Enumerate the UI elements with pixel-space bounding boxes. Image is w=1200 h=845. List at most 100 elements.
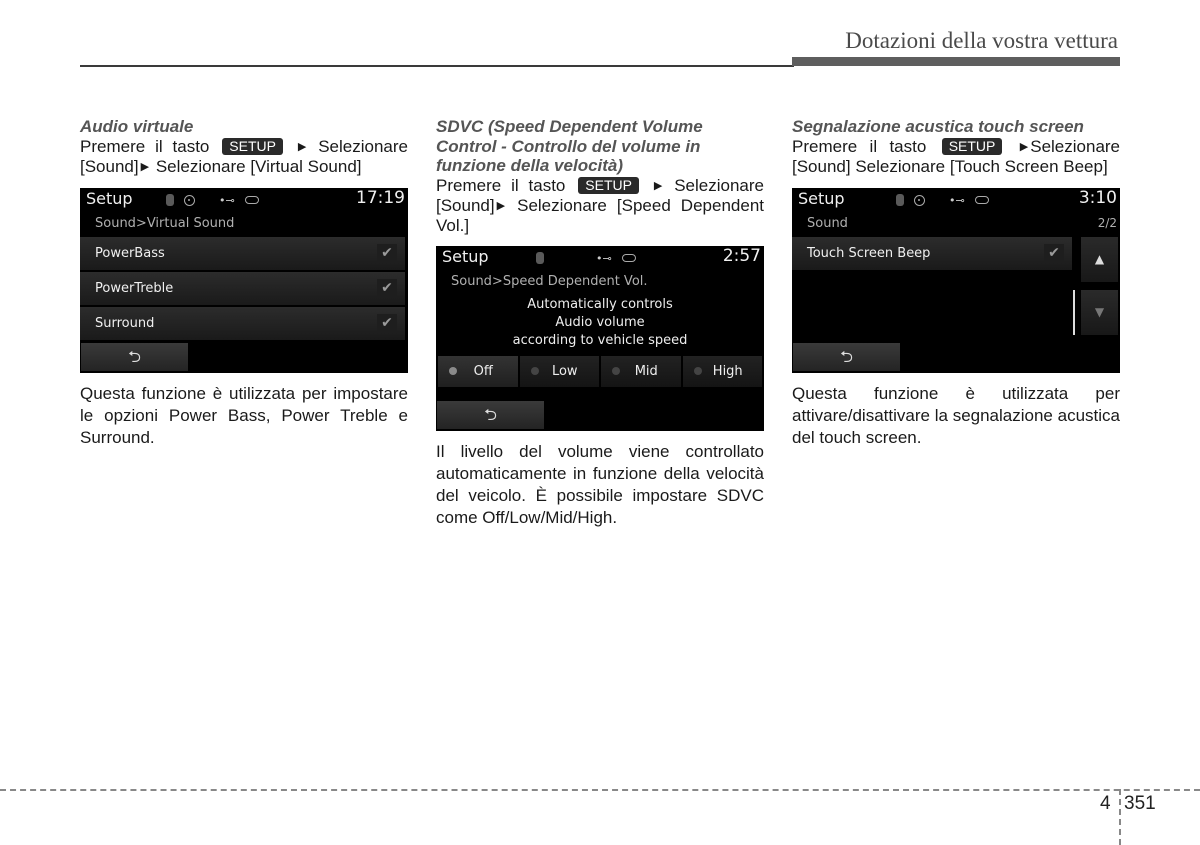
- back-arrow-icon: ⮌: [128, 346, 141, 366]
- scroll-up-button[interactable]: ▲: [1081, 236, 1118, 282]
- instruction-text: Selezionare [Touch Screen Beep]: [855, 156, 1108, 176]
- status-bar: Setup •⊸ 2:57: [436, 246, 764, 270]
- instruction-text: [Sound]: [792, 156, 851, 176]
- message-line: Audio volume: [555, 314, 645, 330]
- radio-indicator-icon: [612, 367, 620, 375]
- instruction-text: Premere il tasto: [80, 136, 210, 156]
- chapter-number: 4: [1100, 793, 1111, 814]
- disc-icon: [184, 194, 195, 206]
- setup-screen-virtual-sound: Setup •⊸ 17:19 Sound>Virtual Sound Power…: [80, 187, 408, 373]
- check-icon[interactable]: ✔: [377, 278, 397, 297]
- section-title: Segnalazione acustica touch screen: [792, 117, 1084, 136]
- section-title: SDVC (Speed Dependent Volume Control - C…: [436, 117, 703, 175]
- instruction-text: Selezionare [Virtual Sound]: [155, 156, 362, 176]
- option-label: Low: [551, 363, 578, 379]
- arrow-right-icon: ▶: [653, 179, 663, 192]
- option-mid[interactable]: Mid: [601, 355, 681, 387]
- instruction-text: [Sound]: [436, 195, 495, 215]
- instruction-text: Selezionare: [1030, 136, 1121, 156]
- list-item-surround[interactable]: Surround ✔: [80, 306, 405, 340]
- section-sdvc: SDVC (Speed Dependent Volume Control - C…: [436, 117, 764, 529]
- setup-key-label: SETUP: [578, 176, 639, 194]
- screen-breadcrumb: Sound 2/2: [792, 212, 1120, 235]
- check-icon[interactable]: ✔: [1044, 243, 1064, 262]
- radio-indicator-icon: [530, 367, 539, 375]
- page-header-title: Dotazioni della vostra vettura: [845, 28, 1118, 53]
- instruction-text: [Sound]: [80, 156, 139, 176]
- bluetooth-icon: [896, 194, 904, 206]
- option-off[interactable]: Off: [438, 355, 518, 387]
- status-icons: •⊸: [166, 194, 259, 207]
- section-touch-beep: Segnalazione acustica touch screen Preme…: [792, 117, 1120, 449]
- section-description: Questa funzione è utilizzata per imposta…: [80, 383, 408, 447]
- section-instruction: Premere il tasto SETUP ▶ Selezionare [So…: [80, 137, 408, 177]
- instruction-text: Selezionare: [674, 175, 764, 195]
- usb-icon: •⊸: [219, 193, 235, 207]
- screen-clock: 3:10: [1078, 187, 1117, 208]
- status-bar: Setup •⊸ 3:10: [792, 188, 1120, 212]
- footer-divider: [1119, 789, 1121, 845]
- section-audio-virtuale: Audio virtuale Premere il tasto SETUP ▶ …: [80, 117, 408, 449]
- back-button[interactable]: ⮌: [81, 342, 188, 371]
- sdvc-options: Off Low Mid High: [436, 355, 764, 387]
- arrow-right-icon: ▶: [1019, 140, 1029, 153]
- arrow-down-icon: ▼: [1094, 304, 1105, 319]
- header-rule: [80, 65, 794, 67]
- option-low[interactable]: Low: [519, 355, 599, 387]
- aux-icon: [244, 196, 259, 204]
- setup-screen-sdvc: Setup •⊸ 2:57 Sound>Speed Dependent Vol.…: [436, 245, 764, 431]
- radio-indicator-icon: [449, 367, 457, 375]
- arrow-right-icon: ▶: [140, 160, 150, 173]
- message-line: Automatically controls: [527, 296, 673, 312]
- check-icon[interactable]: ✔: [377, 313, 397, 332]
- setup-key-label: SETUP: [222, 137, 283, 155]
- footer-rule: [0, 789, 1200, 791]
- back-arrow-icon: ⮌: [840, 346, 853, 366]
- check-icon[interactable]: ✔: [377, 243, 397, 262]
- aux-icon: [974, 196, 989, 204]
- back-arrow-icon: ⮌: [484, 404, 497, 424]
- disc-icon: [914, 194, 925, 206]
- radio-indicator-icon: [693, 367, 702, 375]
- back-button[interactable]: ⮌: [793, 342, 900, 371]
- list-item-powertreble[interactable]: PowerTreble ✔: [80, 271, 405, 305]
- message-line: according to vehicle speed: [512, 332, 688, 348]
- screen-clock: 2:57: [722, 245, 761, 266]
- option-label: Off: [473, 363, 493, 379]
- screen-clock: 17:19: [356, 187, 405, 208]
- page-number: 351: [1124, 793, 1156, 814]
- section-instruction: Premere il tasto SETUP ▶ Selezionare [Sou…: [792, 137, 1120, 177]
- list-item-touch-screen-beep[interactable]: Touch Screen Beep ✔: [792, 236, 1072, 270]
- arrow-right-icon: ▶: [297, 140, 307, 153]
- list-item-label: Surround: [95, 315, 155, 331]
- screen-title: Setup: [442, 246, 489, 266]
- scroll-down-button[interactable]: ▼: [1081, 289, 1118, 335]
- option-high[interactable]: High: [682, 355, 762, 387]
- status-bar: Setup •⊸ 17:19: [80, 188, 408, 212]
- list-item-label: Touch Screen Beep: [807, 245, 931, 261]
- section-description: Questa funzione è utilizzata per attivar…: [792, 383, 1120, 447]
- instruction-text: Premere il tasto: [792, 136, 927, 156]
- usb-icon: •⊸: [596, 251, 612, 265]
- list-item-label: PowerTreble: [95, 280, 174, 296]
- status-icons: •⊸: [536, 252, 636, 265]
- setup-screen-touch-beep: Setup •⊸ 3:10 Sound 2/2 Touch Screen Bee…: [792, 187, 1120, 373]
- breadcrumb-text: Sound: [807, 215, 848, 231]
- scrollbar[interactable]: [1073, 289, 1075, 335]
- instruction-text: Premere il tasto: [436, 175, 566, 195]
- screen-title: Setup: [86, 188, 133, 208]
- list-item-powerbass[interactable]: PowerBass ✔: [80, 236, 405, 270]
- option-label: Mid: [634, 363, 658, 379]
- section-title: Audio virtuale: [80, 117, 194, 136]
- section-instruction: Premere il tasto SETUP ▶ Selezionare [So…: [436, 176, 764, 236]
- screen-title: Setup: [798, 188, 845, 208]
- bluetooth-icon: [536, 252, 544, 264]
- sdvc-message: Automatically controls Audio volume acco…: [436, 296, 764, 350]
- setup-key-label: SETUP: [941, 137, 1003, 155]
- arrow-right-icon: ▶: [496, 199, 506, 212]
- header-rule-accent: [792, 57, 1120, 66]
- option-label: High: [712, 363, 743, 379]
- instruction-text: Selezionare: [318, 136, 408, 156]
- back-button[interactable]: ⮌: [437, 400, 544, 429]
- screen-breadcrumb: Sound>Speed Dependent Vol.: [451, 273, 648, 289]
